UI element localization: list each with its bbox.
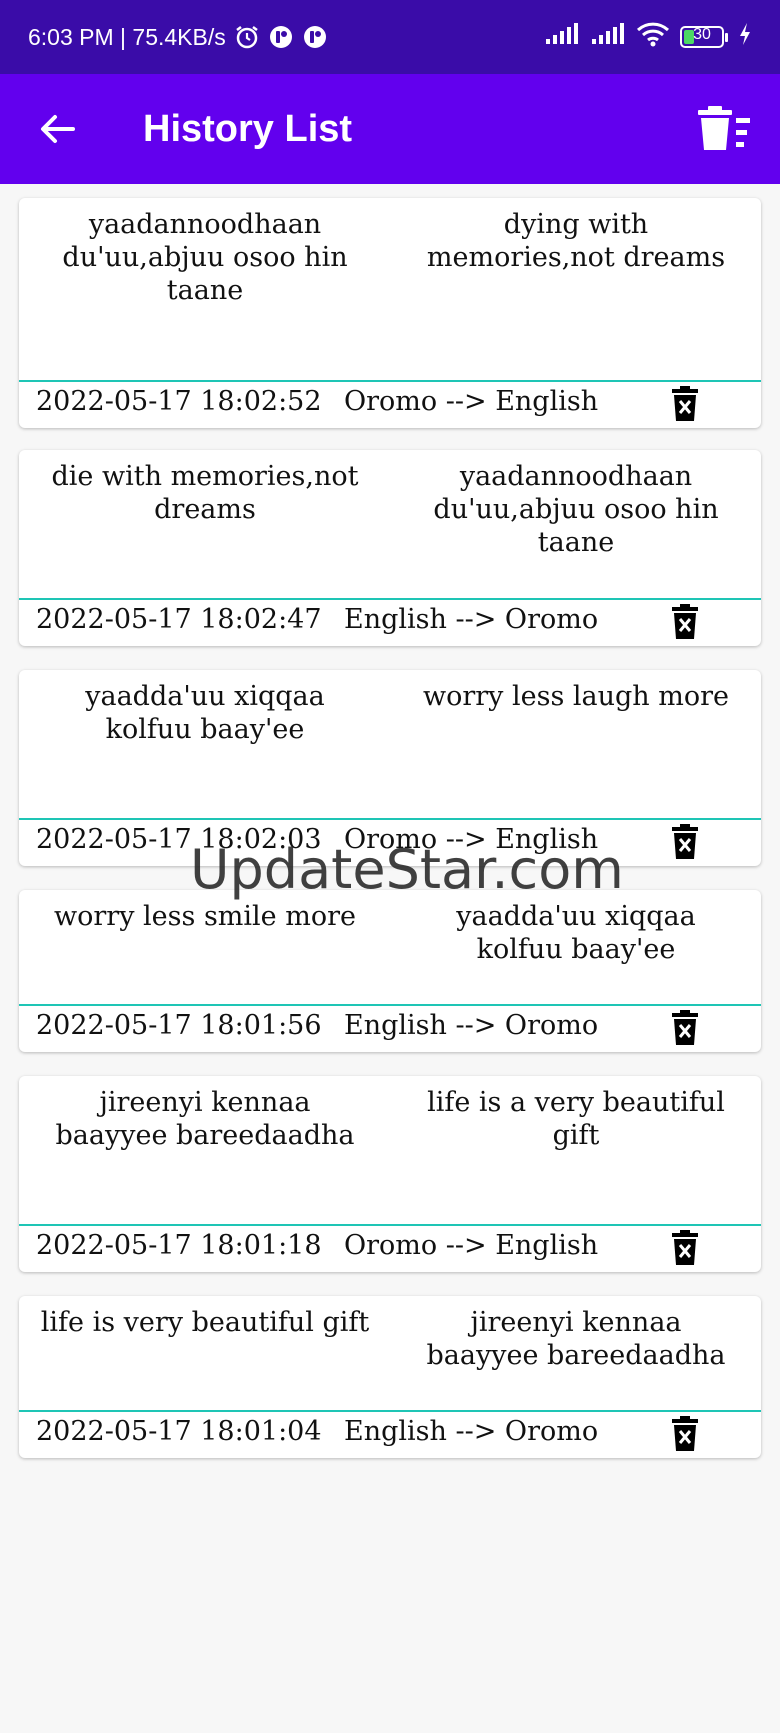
language-direction: English --> Oromo [344, 604, 599, 635]
signal-icon [544, 22, 580, 52]
arrow-left-icon [41, 115, 75, 143]
wifi-icon [636, 21, 670, 53]
translated-text: jireenyi kennaa baayyee bareedaadha [426, 1307, 726, 1371]
delete-sweep-icon [698, 106, 750, 150]
timestamp: 2022-05-17 18:01:56 [36, 1010, 322, 1041]
page-title: History List [143, 108, 353, 150]
status-bar: 6:03 PM | 75.4KB/s 30 [0, 0, 780, 74]
status-right: 30 [544, 21, 752, 53]
language-direction: English --> Oromo [344, 1416, 599, 1447]
trash-icon [672, 604, 698, 639]
status-left: 6:03 PM | 75.4KB/s [28, 24, 328, 51]
card-meta: 2022-05-17 18:01:56 English --> Oromo [19, 1006, 761, 1050]
trash-icon [672, 1416, 698, 1451]
back-button[interactable] [36, 108, 78, 150]
history-card[interactable]: life is very beautiful gift jireenyi ken… [19, 1296, 761, 1458]
delete-entry-button[interactable] [667, 822, 703, 862]
delete-entry-button[interactable] [667, 1008, 703, 1048]
delete-entry-button[interactable] [667, 384, 703, 424]
trash-icon [672, 824, 698, 859]
signal-icon-2 [590, 22, 626, 52]
source-text: life is very beautiful gift [40, 1307, 370, 1338]
clear-history-button[interactable] [696, 104, 752, 154]
history-card[interactable]: worry less smile more yaadda'uu xiqqaa k… [19, 890, 761, 1052]
source-text: yaadda'uu xiqqaa kolfuu baay'ee [85, 681, 325, 745]
timestamp: 2022-05-17 18:02:03 [36, 824, 322, 855]
history-card[interactable]: die with memories,not dreams yaadannoodh… [19, 450, 761, 646]
language-direction: Oromo --> English [344, 824, 599, 855]
source-text: worry less smile more [54, 901, 356, 932]
card-meta: 2022-05-17 18:01:04 English --> Oromo [19, 1412, 761, 1456]
trash-icon [672, 386, 698, 421]
notification-app-icon [268, 24, 294, 50]
battery-icon: 30 [680, 26, 728, 48]
language-direction: Oromo --> English [344, 386, 599, 417]
history-card[interactable]: yaadannoodhaan du'uu,abjuu osoo hin taan… [19, 198, 761, 428]
translated-text: dying with memories,not dreams [426, 209, 726, 273]
card-meta: 2022-05-17 18:02:52 Oromo --> English [19, 382, 761, 426]
alarm-icon [234, 24, 260, 50]
language-direction: English --> Oromo [344, 1010, 599, 1041]
trash-icon [672, 1230, 698, 1265]
timestamp: 2022-05-17 18:02:47 [36, 604, 322, 635]
delete-entry-button[interactable] [667, 602, 703, 642]
language-direction: Oromo --> English [344, 1230, 599, 1261]
timestamp: 2022-05-17 18:02:52 [36, 386, 322, 417]
card-meta: 2022-05-17 18:01:18 Oromo --> English [19, 1226, 761, 1270]
timestamp: 2022-05-17 18:01:18 [36, 1230, 322, 1261]
delete-entry-button[interactable] [667, 1414, 703, 1454]
battery-level: 30 [693, 26, 711, 43]
timestamp: 2022-05-17 18:01:04 [36, 1416, 322, 1447]
translated-text: life is a very beautiful gift [427, 1087, 725, 1151]
card-meta: 2022-05-17 18:02:47 English --> Oromo [19, 600, 761, 644]
trash-icon [672, 1010, 698, 1045]
history-card[interactable]: yaadda'uu xiqqaa kolfuu baay'ee worry le… [19, 670, 761, 866]
source-text: yaadannoodhaan du'uu,abjuu osoo hin taan… [62, 209, 348, 306]
status-time: 6:03 PM | 75.4KB/s [28, 23, 226, 50]
card-meta: 2022-05-17 18:02:03 Oromo --> English [19, 820, 761, 864]
translated-text: yaadannoodhaan du'uu,abjuu osoo hin taan… [433, 461, 719, 558]
translated-text: worry less laugh more [422, 681, 730, 712]
source-text: jireenyi kennaa baayyee bareedaadha [55, 1087, 355, 1151]
app-bar: History List [0, 74, 780, 184]
delete-entry-button[interactable] [667, 1228, 703, 1268]
translated-text: yaadda'uu xiqqaa kolfuu baay'ee [456, 901, 696, 965]
history-card[interactable]: jireenyi kennaa baayyee bareedaadha life… [19, 1076, 761, 1272]
charging-icon [738, 22, 752, 52]
source-text: die with memories,not dreams [51, 461, 359, 525]
notification-app-icon-2 [302, 24, 328, 50]
